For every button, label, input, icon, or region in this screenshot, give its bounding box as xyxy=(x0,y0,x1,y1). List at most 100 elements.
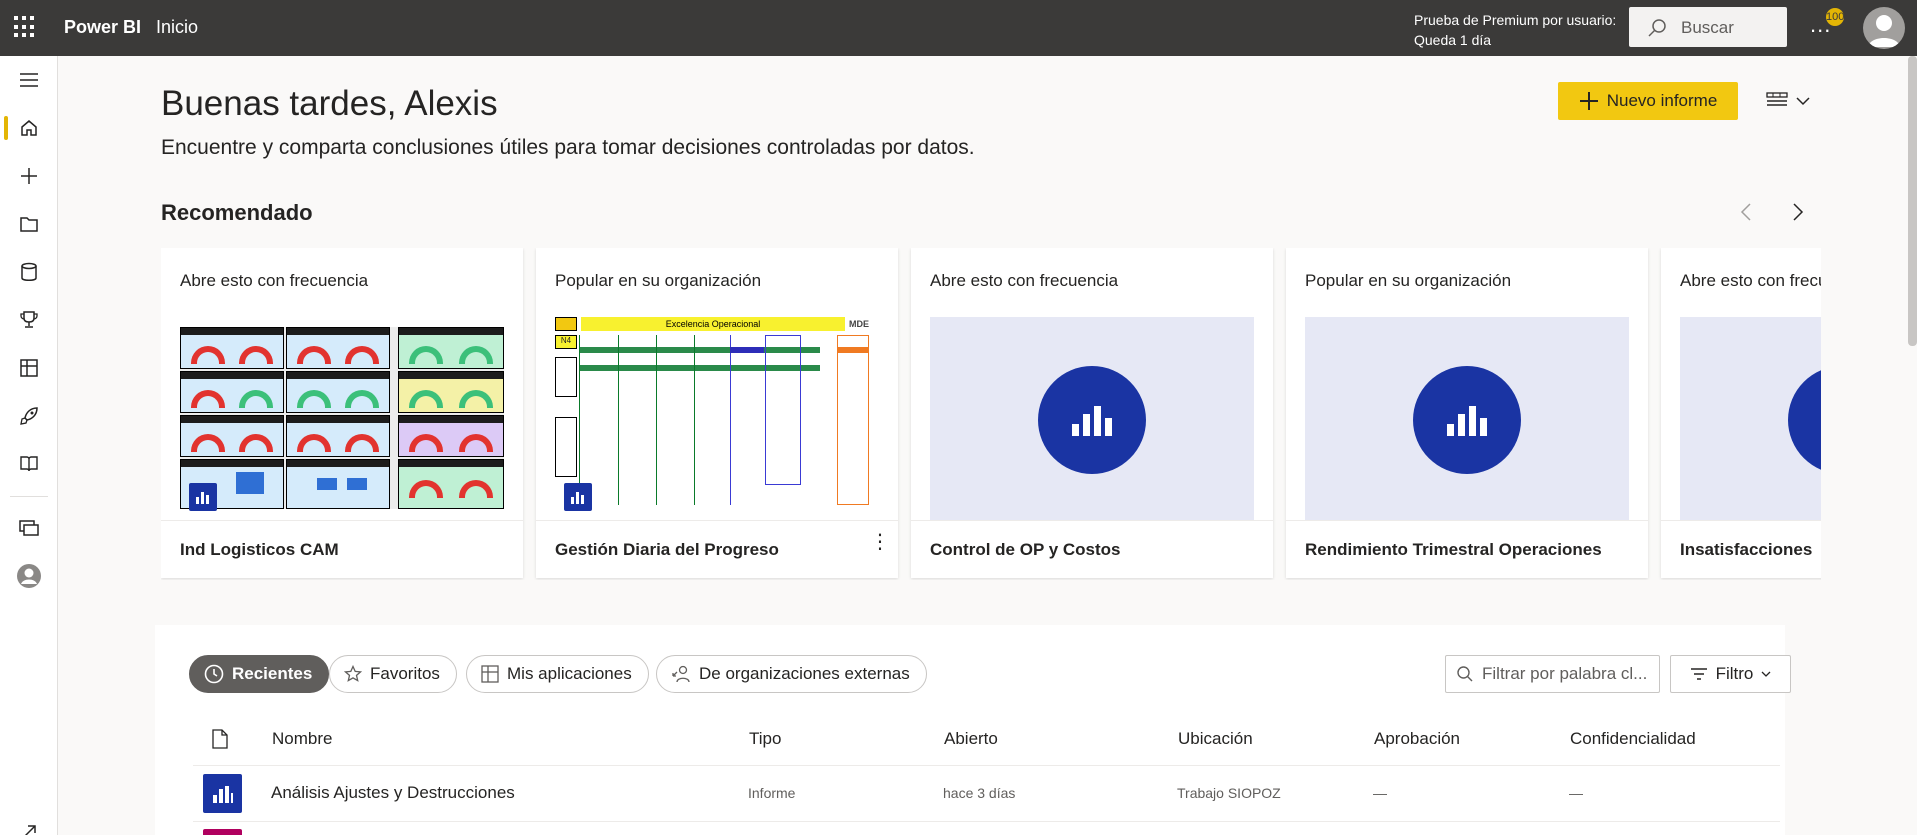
new-report-label: Nuevo informe xyxy=(1606,91,1718,110)
more-options-icon[interactable]: ⋮ xyxy=(870,532,890,552)
new-report-button[interactable]: Nuevo informe xyxy=(1558,82,1738,120)
expand-icon[interactable] xyxy=(0,812,58,835)
column-header-abierto[interactable]: Abierto xyxy=(944,729,998,749)
external-people-icon xyxy=(672,665,690,683)
filter-icon xyxy=(1690,668,1707,680)
page-title: Buenas tardes, Alexis xyxy=(161,84,498,123)
search-icon xyxy=(1457,666,1473,682)
report-icon xyxy=(564,483,592,511)
page-scrollbar[interactable] xyxy=(1908,56,1917,346)
view-toggle-button[interactable] xyxy=(1766,86,1816,116)
column-header-confidencialidad[interactable]: Confidencialidad xyxy=(1570,729,1696,749)
recommended-card[interactable]: Abre esto con frecuencia Ind Logisticos … xyxy=(161,248,523,578)
report-icon xyxy=(1038,366,1146,474)
card-tag: Abre esto con frecuencia xyxy=(1680,271,1821,290)
page-subtitle: Encuentre y comparta conclusiones útiles… xyxy=(161,136,975,159)
card-thumbnail: Excelencia Operacional MDE N4 xyxy=(555,317,879,521)
trial-line-2: Queda 1 día xyxy=(1414,32,1492,48)
learn-book-icon[interactable] xyxy=(0,444,58,484)
plus-icon xyxy=(1579,92,1598,110)
carousel-prev-button[interactable] xyxy=(1732,198,1760,226)
card-title[interactable]: Control de OP y Costos xyxy=(930,540,1121,560)
tab-organizaciones-externas[interactable]: De organizaciones externas xyxy=(656,655,927,693)
column-type-icon xyxy=(212,729,228,754)
recommended-card[interactable]: Abre esto con frecuencia Insatisfaccione… xyxy=(1661,248,1821,578)
report-icon xyxy=(1413,366,1521,474)
app-name[interactable]: Power BI xyxy=(64,17,141,38)
grid-view-icon xyxy=(1766,92,1788,106)
metrics-icon[interactable] xyxy=(0,300,58,340)
card-tag: Popular en su organización xyxy=(1305,271,1512,290)
card-thumbnail xyxy=(1305,317,1629,521)
card-thumbnail xyxy=(1680,317,1821,521)
thumbnail-title: Excelencia Operacional xyxy=(581,317,845,331)
filter-button[interactable]: Filtro xyxy=(1670,655,1791,693)
chevron-left-icon xyxy=(1740,203,1751,221)
column-header-aprobacion[interactable]: Aprobación xyxy=(1374,729,1460,749)
row-name[interactable]: Análisis Ajustes y Destrucciones xyxy=(271,783,515,803)
column-header-ubicacion[interactable]: Ubicación xyxy=(1178,729,1253,749)
card-tag: Abre esto con frecuencia xyxy=(930,271,1119,290)
trial-line-1: Prueba de Premium por usuario: xyxy=(1414,12,1617,28)
row-sensitivity: — xyxy=(1569,785,1583,801)
top-bar: Power BI Inicio Prueba de Premium por us… xyxy=(0,0,1917,56)
recommended-card[interactable]: Abre esto con frecuencia Control de OP y… xyxy=(911,248,1273,578)
row-type: Informe xyxy=(748,785,796,801)
tab-favoritos[interactable]: Favoritos xyxy=(329,655,457,693)
card-tag: Abre esto con frecuencia xyxy=(180,271,369,290)
menu-icon[interactable] xyxy=(0,60,58,100)
card-title[interactable]: Ind Logisticos CAM xyxy=(180,540,339,560)
left-navigation xyxy=(0,56,58,835)
report-icon xyxy=(189,483,217,511)
card-title[interactable]: Insatisfacciones xyxy=(1680,540,1812,560)
document-icon xyxy=(212,729,228,749)
star-icon xyxy=(344,665,362,682)
create-icon[interactable] xyxy=(0,156,58,196)
data-hub-icon[interactable] xyxy=(0,252,58,292)
notification-badge[interactable]: 100 xyxy=(1826,8,1844,26)
search-icon xyxy=(1648,19,1666,37)
search-box[interactable]: Buscar xyxy=(1629,7,1787,47)
chevron-down-icon xyxy=(1796,97,1810,106)
keyword-filter-placeholder: Filtrar por palabra cl... xyxy=(1482,664,1648,683)
deployment-rocket-icon[interactable] xyxy=(0,396,58,436)
tab-label: Favoritos xyxy=(370,664,440,683)
app-launcher-icon[interactable] xyxy=(14,16,36,38)
breadcrumb[interactable]: Inicio xyxy=(156,17,198,38)
card-title[interactable]: Gestión Diaria del Progreso xyxy=(555,540,779,560)
workspaces-icon[interactable] xyxy=(0,508,58,548)
tab-recientes[interactable]: Recientes xyxy=(189,655,330,693)
recommended-card[interactable]: Popular en su organización Rendimiento T… xyxy=(1286,248,1648,578)
keyword-filter-input[interactable]: Filtrar por palabra cl... xyxy=(1445,655,1660,693)
my-workspace-icon[interactable] xyxy=(0,556,58,596)
trial-notice[interactable]: Prueba de Premium por usuario: Queda 1 d… xyxy=(1414,10,1616,50)
browse-icon[interactable] xyxy=(0,204,58,244)
avatar[interactable] xyxy=(1863,7,1905,49)
report-icon xyxy=(203,774,242,813)
row-opened: hace 3 días xyxy=(943,785,1016,801)
tab-label: De organizaciones externas xyxy=(699,664,910,683)
recommended-carousel: Abre esto con frecuencia Ind Logisticos … xyxy=(161,248,1821,580)
next-row-icon xyxy=(203,829,242,835)
column-header-tipo[interactable]: Tipo xyxy=(749,729,781,749)
row-location[interactable]: Trabajo SIOPOZ xyxy=(1177,785,1281,801)
apps-icon xyxy=(481,665,499,683)
card-thumbnail xyxy=(180,317,504,521)
filter-label: Filtro xyxy=(1715,664,1754,683)
chevron-right-icon xyxy=(1793,203,1804,221)
row-approval: — xyxy=(1373,785,1387,801)
tab-label: Mis aplicaciones xyxy=(507,664,632,683)
card-thumbnail xyxy=(930,317,1254,521)
user-avatar-icon xyxy=(1868,15,1900,47)
tab-mis-aplicaciones[interactable]: Mis aplicaciones xyxy=(466,655,649,693)
recommended-card[interactable]: Popular en su organización Excelencia Op… xyxy=(536,248,898,578)
apps-icon[interactable] xyxy=(0,348,58,388)
clock-icon xyxy=(204,664,224,684)
report-icon xyxy=(1788,366,1821,474)
home-icon[interactable] xyxy=(0,108,58,148)
tab-label: Recientes xyxy=(232,664,313,683)
carousel-next-button[interactable] xyxy=(1784,198,1812,226)
recommended-title: Recomendado xyxy=(161,200,313,225)
column-header-nombre[interactable]: Nombre xyxy=(272,729,332,749)
card-title[interactable]: Rendimiento Trimestral Operaciones xyxy=(1305,540,1602,560)
